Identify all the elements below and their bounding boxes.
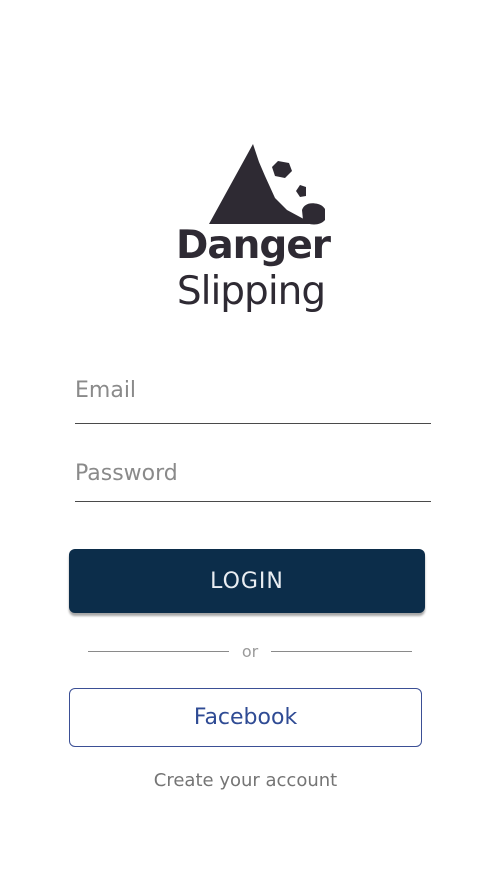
divider-left-line: [88, 651, 229, 652]
email-field: [75, 378, 431, 424]
password-field: [75, 461, 431, 502]
logo-title-line2: Slipping: [176, 269, 326, 314]
login-button[interactable]: LOGIN: [69, 549, 425, 613]
email-input[interactable]: [75, 378, 431, 403]
facebook-login-button[interactable]: Facebook: [69, 688, 422, 747]
falling-rocks-mountain-icon: [209, 144, 325, 225]
logo-title-line1: Danger: [175, 223, 331, 268]
facebook-button-label: Facebook: [193, 705, 298, 730]
divider-right-line: [271, 651, 412, 652]
divider-text: or: [241, 642, 259, 661]
create-account-link[interactable]: Create your account: [0, 770, 491, 791]
app-logo: Danger Slipping: [0, 140, 500, 311]
login-button-label: LOGIN: [210, 568, 284, 594]
password-input[interactable]: [75, 461, 431, 486]
